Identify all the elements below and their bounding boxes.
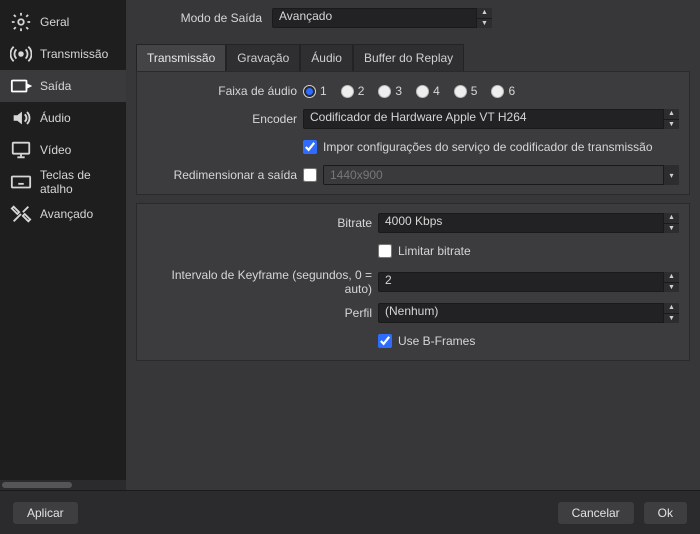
audio-track-label: Faixa de áudio bbox=[147, 84, 297, 98]
audio-track-1[interactable]: 1 bbox=[303, 84, 327, 98]
encoder-label: Encoder bbox=[147, 112, 297, 126]
tools-icon bbox=[10, 203, 32, 225]
tab-audio[interactable]: Áudio bbox=[300, 44, 353, 71]
audio-track-4[interactable]: 4 bbox=[416, 84, 440, 98]
encoder-select[interactable]: Codificador de Hardware Apple VT H264 bbox=[303, 109, 679, 129]
audio-track-6[interactable]: 6 bbox=[491, 84, 515, 98]
tab-replay-buffer[interactable]: Buffer do Replay bbox=[353, 44, 464, 71]
encoder-settings-panel: Bitrate 4000 Kbps ▲▼ Limitar bitrate Int… bbox=[136, 203, 690, 361]
sidebar-item-video[interactable]: Vídeo bbox=[0, 134, 126, 166]
audio-track-radios: 1 2 3 4 5 6 bbox=[303, 84, 515, 98]
sidebar-item-stream[interactable]: Transmissão bbox=[0, 38, 126, 70]
spinner-icon[interactable]: ▲▼ bbox=[663, 272, 679, 292]
settings-content: Modo de Saída Avançado ▲▼ Transmissão Gr… bbox=[126, 0, 700, 490]
rescale-value-field: 1440x900 bbox=[323, 165, 679, 185]
rescale-label: Redimensionar a saída bbox=[147, 168, 297, 182]
keyframe-label: Intervalo de Keyframe (segundos, 0 = aut… bbox=[147, 268, 372, 296]
spinner-icon[interactable]: ▲▼ bbox=[663, 213, 679, 233]
sidebar-item-output[interactable]: Saída bbox=[0, 70, 126, 102]
sidebar-label: Transmissão bbox=[40, 47, 108, 61]
output-tabs: Transmissão Gravação Áudio Buffer do Rep… bbox=[136, 44, 690, 71]
profile-label: Perfil bbox=[147, 306, 372, 320]
cancel-button[interactable]: Cancelar bbox=[557, 501, 635, 525]
output-mode-label: Modo de Saída bbox=[136, 11, 266, 25]
updown-icon: ▲▼ bbox=[663, 303, 679, 323]
tab-recording[interactable]: Gravação bbox=[226, 44, 300, 71]
settings-sidebar: Geral Transmissão Saída Áudio bbox=[0, 0, 126, 490]
enforce-settings-checkbox[interactable] bbox=[303, 140, 317, 154]
apply-button[interactable]: Aplicar bbox=[12, 501, 79, 525]
sidebar-label: Vídeo bbox=[40, 143, 71, 157]
speaker-icon bbox=[10, 107, 32, 129]
bitrate-label: Bitrate bbox=[147, 216, 372, 230]
dialog-footer: Aplicar Cancelar Ok bbox=[0, 490, 700, 534]
limit-bitrate-checkbox[interactable] bbox=[378, 244, 392, 258]
output-mode-select[interactable]: Avançado bbox=[272, 8, 492, 28]
sidebar-item-audio[interactable]: Áudio bbox=[0, 102, 126, 134]
signal-icon bbox=[10, 43, 32, 65]
tab-streaming[interactable]: Transmissão bbox=[136, 44, 226, 71]
ok-button[interactable]: Ok bbox=[643, 501, 688, 525]
sidebar-label: Saída bbox=[40, 79, 71, 93]
rescale-checkbox[interactable] bbox=[303, 168, 317, 182]
sidebar-label: Geral bbox=[40, 15, 69, 29]
audio-track-3[interactable]: 3 bbox=[378, 84, 402, 98]
keyboard-icon bbox=[10, 171, 32, 193]
updown-icon: ▲▼ bbox=[663, 109, 679, 129]
chevron-down-icon: ▾ bbox=[663, 165, 679, 185]
gear-icon bbox=[10, 11, 32, 33]
updown-icon: ▲▼ bbox=[476, 8, 492, 28]
sidebar-scrollbar[interactable] bbox=[0, 480, 126, 490]
keyframe-input[interactable]: 2 bbox=[378, 272, 679, 292]
sidebar-label: Áudio bbox=[40, 111, 71, 125]
bframes-label: Use B-Frames bbox=[398, 334, 475, 348]
audio-track-2[interactable]: 2 bbox=[341, 84, 365, 98]
enforce-settings-label: Impor configurações do serviço de codifi… bbox=[323, 140, 653, 154]
sidebar-label: Avançado bbox=[40, 207, 93, 221]
sidebar-item-general[interactable]: Geral bbox=[0, 6, 126, 38]
output-icon bbox=[10, 75, 32, 97]
sidebar-label: Teclas de atalho bbox=[40, 168, 118, 196]
profile-select[interactable]: (Nenhum) bbox=[378, 303, 679, 323]
limit-bitrate-label: Limitar bitrate bbox=[398, 244, 471, 258]
bframes-checkbox[interactable] bbox=[378, 334, 392, 348]
stream-settings-panel: Faixa de áudio 1 2 3 4 5 6 Encoder Codi bbox=[136, 71, 690, 195]
sidebar-item-advanced[interactable]: Avançado bbox=[0, 198, 126, 230]
audio-track-5[interactable]: 5 bbox=[454, 84, 478, 98]
monitor-icon bbox=[10, 139, 32, 161]
sidebar-item-hotkeys[interactable]: Teclas de atalho bbox=[0, 166, 126, 198]
bitrate-input[interactable]: 4000 Kbps bbox=[378, 213, 679, 233]
